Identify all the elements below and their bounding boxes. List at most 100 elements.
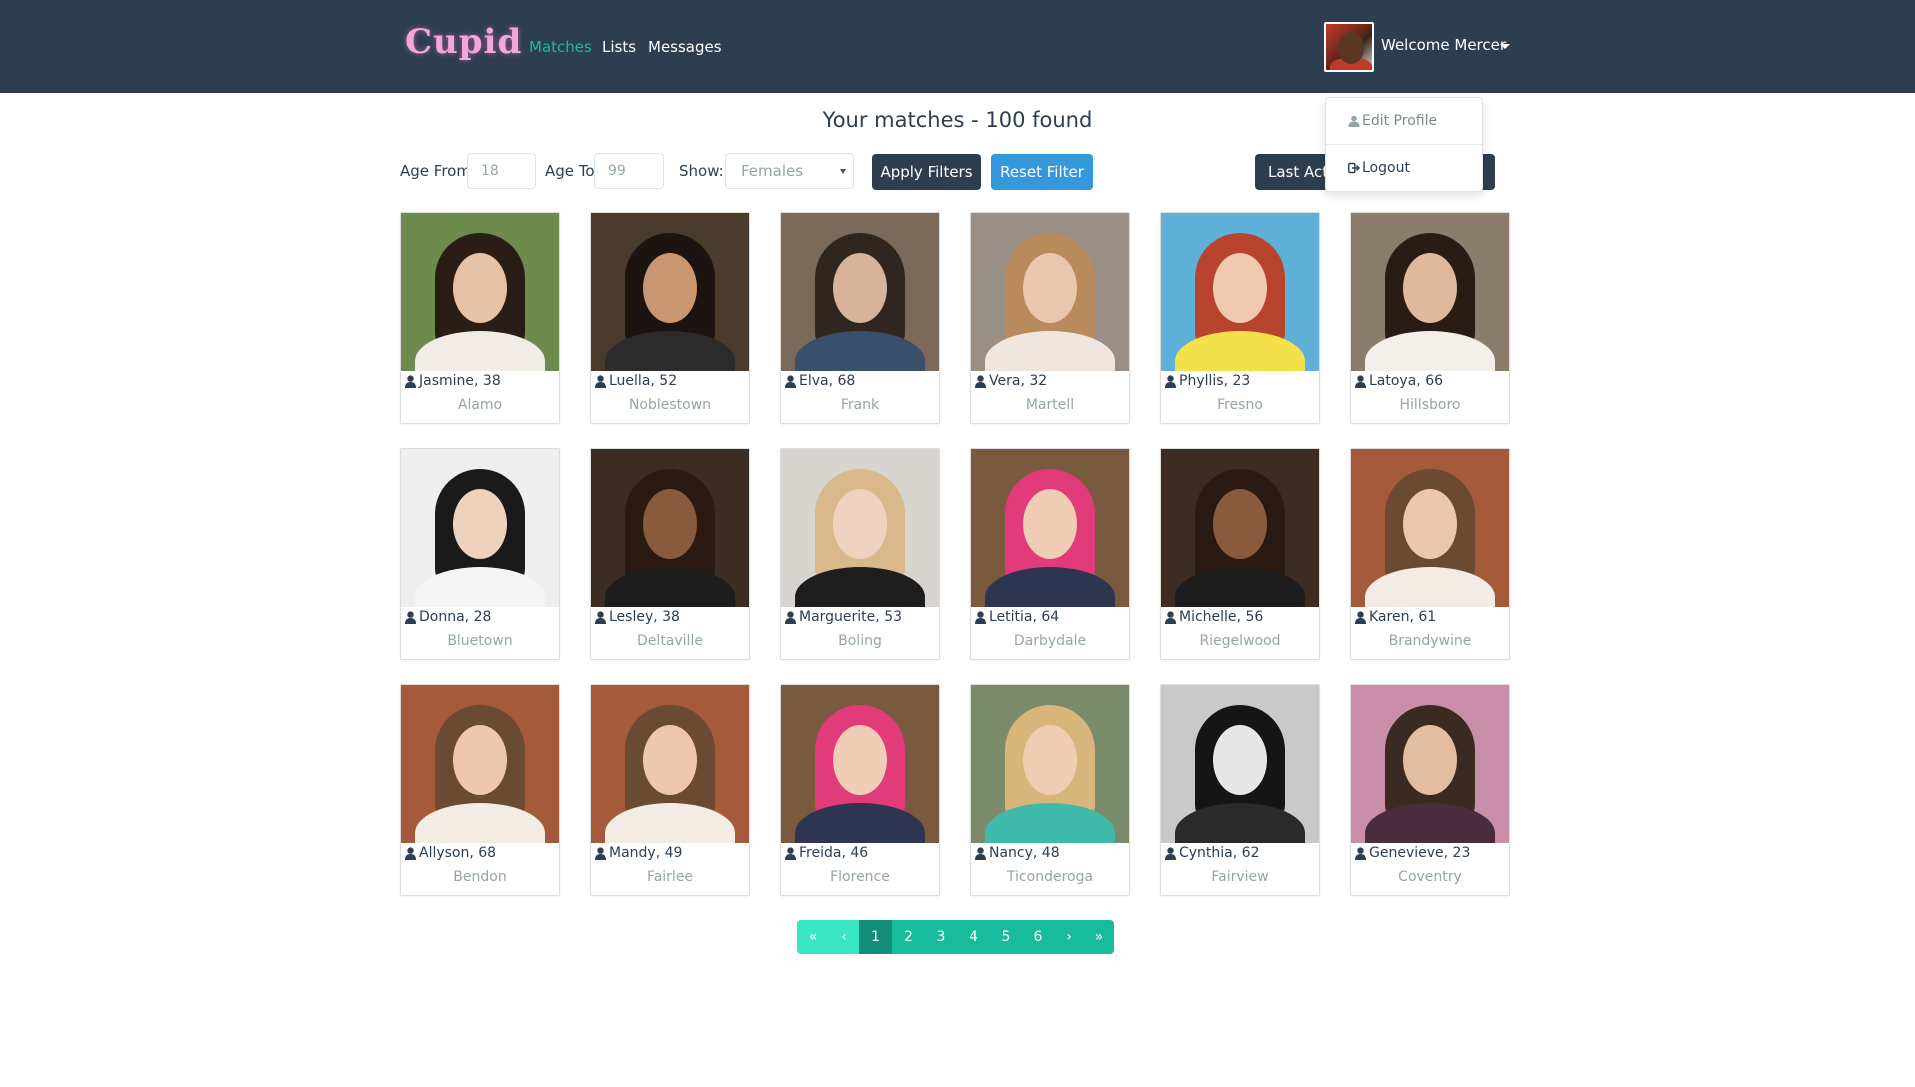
match-name-age[interactable]: Allyson, 68 xyxy=(405,845,496,861)
user-icon xyxy=(785,846,796,860)
match-card[interactable]: Cynthia, 62 Fairview xyxy=(1160,684,1320,896)
match-city: Ticonderoga xyxy=(1006,869,1094,885)
profile-photo[interactable] xyxy=(781,449,939,607)
match-name: Nancy, 48 xyxy=(989,845,1060,861)
nav-link-matches[interactable]: Matches xyxy=(529,38,592,56)
profile-photo[interactable] xyxy=(401,685,559,843)
match-name-age[interactable]: Lesley, 38 xyxy=(595,609,680,625)
page-2-button[interactable]: 2 xyxy=(892,920,925,954)
profile-photo[interactable] xyxy=(591,449,749,607)
profile-photo[interactable] xyxy=(1351,449,1509,607)
gender-select-value: Females xyxy=(741,162,804,180)
match-card[interactable]: Mandy, 49 Fairlee xyxy=(590,684,750,896)
match-card[interactable]: Vera, 32 Martell xyxy=(970,212,1130,424)
user-icon xyxy=(785,374,796,388)
profile-photo[interactable] xyxy=(401,213,559,371)
match-card[interactable]: Jasmine, 38 Alamo xyxy=(400,212,560,424)
match-card[interactable]: Nancy, 48 Ticonderoga xyxy=(970,684,1130,896)
profile-photo[interactable] xyxy=(1161,449,1319,607)
reset-filter-button[interactable]: Reset Filter xyxy=(991,154,1093,190)
match-name-age[interactable]: Jasmine, 38 xyxy=(405,373,501,389)
match-name-age[interactable]: Phyllis, 23 xyxy=(1165,373,1250,389)
nav-link-messages[interactable]: Messages xyxy=(648,38,722,56)
page-5-button[interactable]: 5 xyxy=(990,920,1022,954)
match-card[interactable]: Marguerite, 53 Boling xyxy=(780,448,940,660)
match-card[interactable]: Luella, 52 Noblestown xyxy=(590,212,750,424)
welcome-user-toggle[interactable]: Welcome Mercer xyxy=(1381,36,1506,54)
match-name: Michelle, 56 xyxy=(1179,609,1264,625)
navbar: Cupid Matches Lists Messages Welcome Mer… xyxy=(0,0,1915,93)
match-name-age[interactable]: Donna, 28 xyxy=(405,609,491,625)
menu-item-logout[interactable]: Logout xyxy=(1326,144,1482,190)
match-name-age[interactable]: Nancy, 48 xyxy=(975,845,1060,861)
match-name-age[interactable]: Latoya, 66 xyxy=(1355,373,1443,389)
profile-photo[interactable] xyxy=(781,685,939,843)
profile-photo[interactable] xyxy=(1161,685,1319,843)
menu-item-edit-profile[interactable]: Edit Profile xyxy=(1326,98,1482,144)
user-icon xyxy=(595,374,606,388)
gender-select[interactable]: Females xyxy=(725,153,854,189)
match-card[interactable]: Elva, 68 Frank xyxy=(780,212,940,424)
profile-photo[interactable] xyxy=(1161,213,1319,371)
match-name-age[interactable]: Freida, 46 xyxy=(785,845,868,861)
page-next-button[interactable]: › xyxy=(1054,920,1084,954)
profile-photo[interactable] xyxy=(1351,213,1509,371)
profile-photo[interactable] xyxy=(781,213,939,371)
match-name-age[interactable]: Letitia, 64 xyxy=(975,609,1059,625)
user-icon xyxy=(785,610,796,624)
match-card[interactable]: Letitia, 64 Darbydale xyxy=(970,448,1130,660)
match-name-age[interactable]: Cynthia, 62 xyxy=(1165,845,1259,861)
page-first-button[interactable]: « xyxy=(797,920,829,954)
match-name: Luella, 52 xyxy=(609,373,678,389)
match-card[interactable]: Lesley, 38 Deltaville xyxy=(590,448,750,660)
match-name-age[interactable]: Luella, 52 xyxy=(595,373,677,389)
brand-logo[interactable]: Cupid xyxy=(405,22,522,62)
user-icon xyxy=(1165,846,1176,860)
match-name-age[interactable]: Genevieve, 23 xyxy=(1355,845,1470,861)
match-name: Genevieve, 23 xyxy=(1369,845,1471,861)
match-name-age[interactable]: Marguerite, 53 xyxy=(785,609,902,625)
match-name-age[interactable]: Vera, 32 xyxy=(975,373,1047,389)
age-to-input[interactable]: 99 xyxy=(594,153,664,189)
user-icon xyxy=(1348,115,1360,127)
match-name: Jasmine, 38 xyxy=(419,373,501,389)
caret-down-icon[interactable] xyxy=(1500,44,1510,49)
page-last-button[interactable]: » xyxy=(1084,920,1114,954)
match-card[interactable]: Genevieve, 23 Coventry xyxy=(1350,684,1510,896)
match-city: Hillsboro xyxy=(1399,397,1461,413)
match-name-age[interactable]: Michelle, 56 xyxy=(1165,609,1263,625)
profile-photo[interactable] xyxy=(401,449,559,607)
match-card[interactable]: Phyllis, 23 Fresno xyxy=(1160,212,1320,424)
match-card[interactable]: Allyson, 68 Bendon xyxy=(400,684,560,896)
match-card[interactable]: Donna, 28 Bluetown xyxy=(400,448,560,660)
profile-photo[interactable] xyxy=(591,213,749,371)
profile-photo[interactable] xyxy=(971,685,1129,843)
match-name-age[interactable]: Karen, 61 xyxy=(1355,609,1436,625)
page-6-button[interactable]: 6 xyxy=(1022,920,1054,954)
page-prev-button[interactable]: ‹ xyxy=(829,920,859,954)
age-from-input[interactable]: 18 xyxy=(467,153,536,189)
avatar[interactable] xyxy=(1324,22,1374,72)
match-name: Allyson, 68 xyxy=(419,845,497,861)
profile-photo[interactable] xyxy=(971,213,1129,371)
profile-photo[interactable] xyxy=(971,449,1129,607)
match-city: Riegelwood xyxy=(1199,633,1281,649)
apply-filters-button[interactable]: Apply Filters xyxy=(872,154,981,190)
match-card[interactable]: Michelle, 56 Riegelwood xyxy=(1160,448,1320,660)
profile-photo[interactable] xyxy=(1351,685,1509,843)
sign-out-icon xyxy=(1348,162,1360,173)
profile-photo[interactable] xyxy=(591,685,749,843)
select-arrow-icon xyxy=(840,169,846,174)
user-icon xyxy=(1165,374,1176,388)
match-card[interactable]: Latoya, 66 Hillsboro xyxy=(1350,212,1510,424)
page-3-button[interactable]: 3 xyxy=(925,920,957,954)
match-card[interactable]: Karen, 61 Brandywine xyxy=(1350,448,1510,660)
user-icon xyxy=(405,610,416,624)
match-name-age[interactable]: Mandy, 49 xyxy=(595,845,682,861)
page-4-button[interactable]: 4 xyxy=(957,920,990,954)
nav-link-lists[interactable]: Lists xyxy=(602,38,636,56)
match-city: Bendon xyxy=(453,869,507,885)
page-1-button[interactable]: 1 xyxy=(859,920,892,954)
match-name-age[interactable]: Elva, 68 xyxy=(785,373,855,389)
match-card[interactable]: Freida, 46 Florence xyxy=(780,684,940,896)
